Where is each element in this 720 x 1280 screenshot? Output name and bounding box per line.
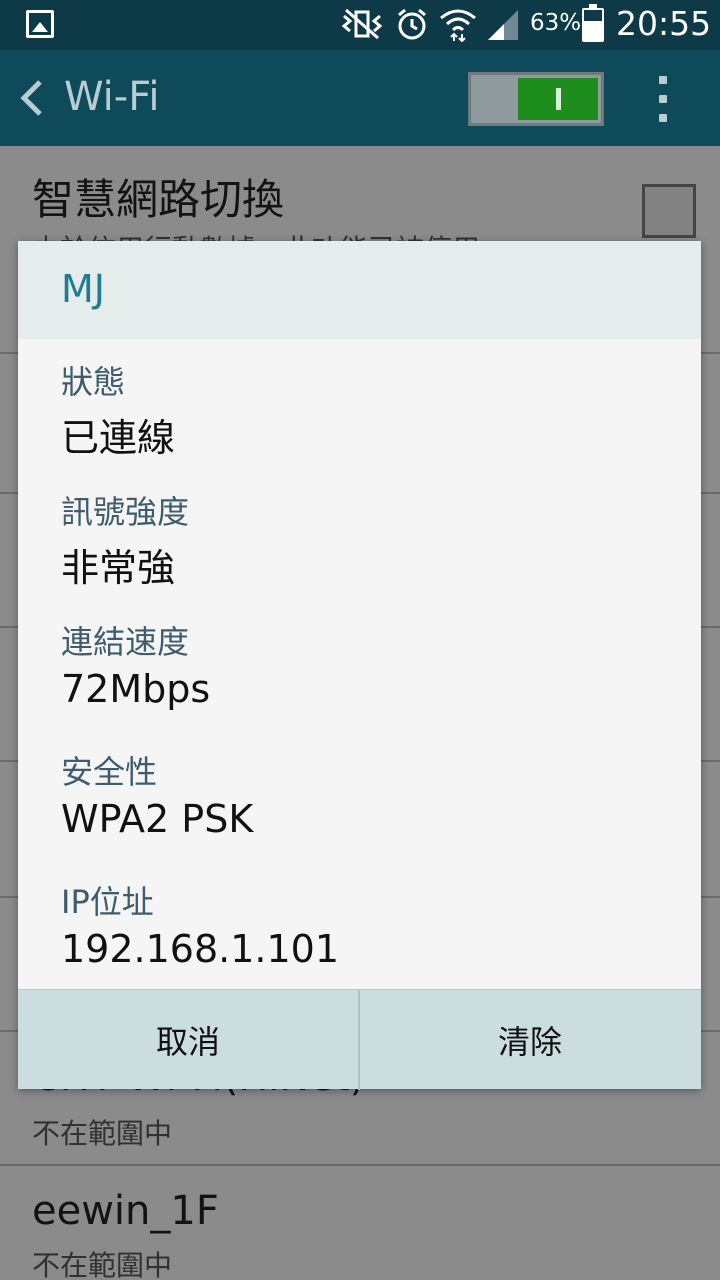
more-vert-icon[interactable] (656, 76, 670, 126)
alarm-clock-icon (394, 6, 430, 42)
dialog-header: MJ (18, 241, 701, 339)
cell-signal-icon (486, 8, 520, 42)
wifi-toggle-thumb (518, 78, 598, 120)
dialog-button-bar: 取消 清除 (18, 989, 701, 1090)
status-label: 狀態 (61, 363, 126, 401)
wifi-transfer-icon (438, 6, 478, 42)
battery-icon (582, 4, 604, 42)
battery-percent: 63% (530, 10, 582, 36)
ip-address-label: IP位址 (61, 883, 154, 921)
ip-address-value: 192.168.1.101 (61, 927, 340, 971)
network-details-dialog: MJ 狀態 已連線 訊號強度 非常強 連結速度 72Mbps 安全性 WPA2 … (18, 241, 701, 1090)
signal-strength-label: 訊號強度 (61, 493, 190, 531)
battery-level (584, 21, 602, 40)
signal-strength-value: 非常強 (61, 546, 176, 590)
security-label: 安全性 (61, 753, 158, 791)
dialog-title: MJ (61, 267, 105, 311)
security-value: WPA2 PSK (61, 797, 254, 841)
status-value: 已連線 (61, 416, 176, 460)
chevron-left-icon[interactable] (16, 78, 48, 118)
link-speed-value: 72Mbps (61, 667, 211, 711)
page-title: Wi-Fi (64, 74, 160, 120)
action-bar: Wi-Fi (0, 50, 720, 146)
wifi-toggle[interactable] (468, 72, 604, 126)
link-speed-label: 連結速度 (61, 623, 190, 661)
vibrate-mute-icon (338, 6, 386, 42)
forget-button[interactable]: 清除 (360, 990, 700, 1090)
cancel-button[interactable]: 取消 (18, 990, 358, 1090)
clock: 20:55 (616, 4, 712, 43)
picture-icon (26, 10, 54, 38)
status-bar: 63% 20:55 (0, 0, 720, 50)
